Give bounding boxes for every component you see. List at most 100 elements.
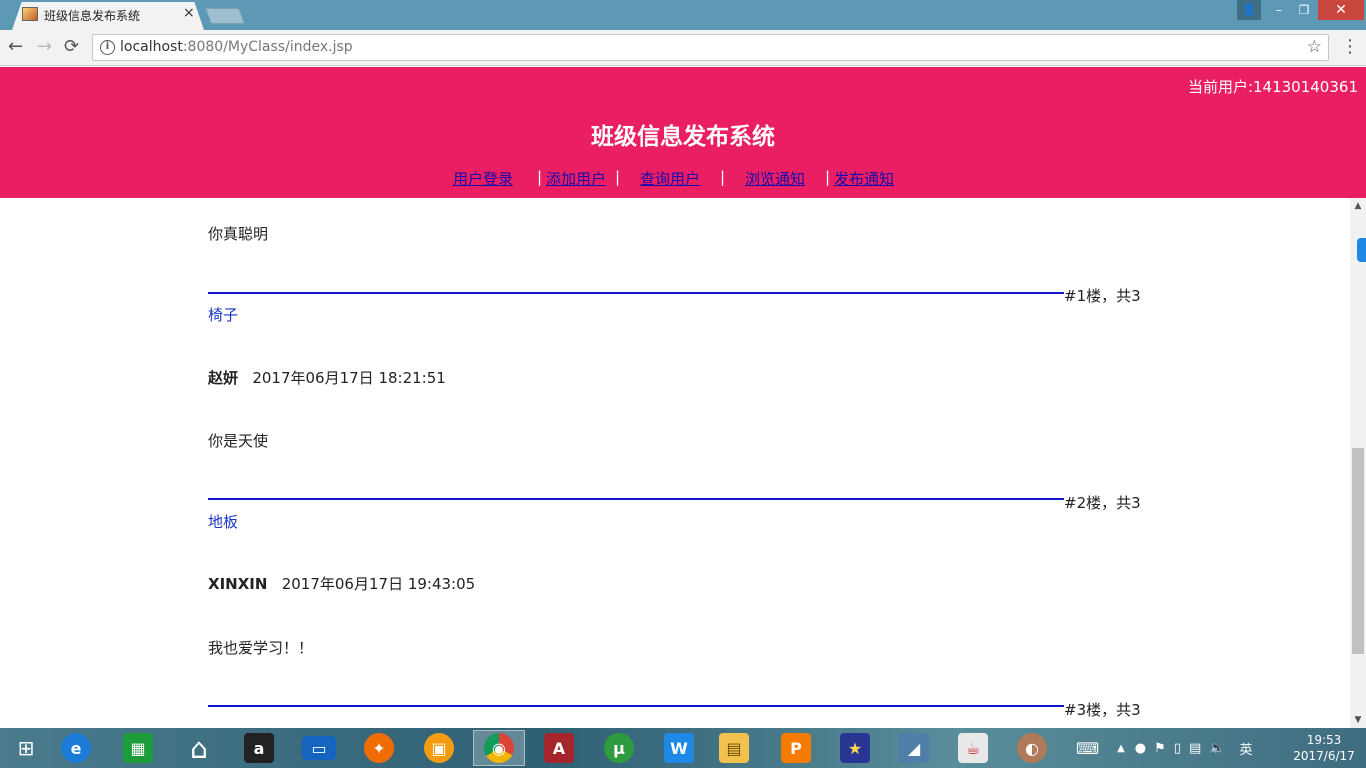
lenovo-icon[interactable]: ▭ [293, 730, 345, 766]
utorrent-icon[interactable]: µ [593, 730, 645, 766]
network-flag-icon[interactable]: ⚑ [1154, 741, 1166, 756]
close-window-button[interactable]: ✕ [1318, 0, 1364, 20]
photo-glyph: ◐ [1017, 733, 1047, 763]
reload-icon[interactable]: ⟳ [64, 36, 79, 58]
reply-time: 2017年06月17日 18:21:51 [252, 369, 446, 387]
java-glyph: ☕ [958, 733, 988, 763]
windows-taskbar: ⊞ e ▦ ⌂ a ▭ ✦ ▣ ◉ A µ W ▤ P ★ ◢ ☕ ◐ ⌨ ▲ … [0, 728, 1366, 768]
url-path: :8080/MyClass/index.jsp [182, 39, 353, 55]
minimize-button[interactable]: – [1266, 0, 1292, 20]
home-icon[interactable]: ⌂ [173, 730, 225, 766]
grid-app-glyph: ▣ [424, 733, 454, 763]
browser-titlebar: 班级信息发布系统 × 👤 – ❐ ✕ [0, 0, 1366, 30]
battery-icon[interactable]: ▯ [1174, 741, 1181, 756]
floor-name: 地板 [208, 513, 239, 531]
nav-separator: | [720, 168, 726, 186]
app-orange-icon[interactable]: ✦ [353, 730, 405, 766]
reply-author: 赵妍 [208, 369, 239, 387]
nav-link-publish-notice[interactable]: 发布通知 [834, 168, 894, 189]
store-glyph: ▦ [123, 733, 153, 763]
keyboard-icon[interactable]: ⌨ [1076, 739, 1099, 758]
taskbar-clock[interactable]: 19:53 2017/6/17 [1286, 732, 1362, 764]
presentation-icon[interactable]: P [770, 730, 822, 766]
ime-indicator[interactable]: 英 [1239, 739, 1252, 758]
clock-time: 19:53 [1306, 733, 1342, 747]
chrome-icon[interactable]: ◉ [473, 730, 525, 766]
address-bar[interactable]: i localhost:8080/MyClass/index.jsp ☆ [92, 34, 1329, 61]
reply-list: 你真聪明 #1楼，共3 椅子 赵妍 2017年06月17日 18:21:51 你… [0, 198, 1350, 728]
nav-link-login[interactable]: 用户登录 [453, 168, 513, 189]
reply-content: 你是天使 [208, 432, 269, 450]
nav-link-query-user[interactable]: 查询用户 [640, 168, 700, 189]
nav-link-add-user[interactable]: 添加用户 [546, 168, 606, 189]
star-app-glyph: ★ [840, 733, 870, 763]
reply-content: 我也爱学习！！ [208, 639, 314, 657]
ie-glyph: e [61, 733, 91, 763]
floor-label: #3楼，共3 [1064, 701, 1141, 719]
browser-menu-icon[interactable]: ⋮ [1341, 36, 1359, 57]
nav-separator: | [615, 168, 621, 186]
wifi-icon[interactable]: ▤ [1189, 741, 1201, 756]
browser-toolbar: ← → ⟳ i localhost:8080/MyClass/index.jsp… [0, 30, 1366, 66]
store-icon[interactable]: ▦ [112, 730, 164, 766]
w-app-glyph: W [664, 733, 694, 763]
amazon-icon[interactable]: a [233, 730, 285, 766]
site-header: 当前用户:14130140361 班级信息发布系统 用户登录 | 添加用户 | … [0, 67, 1366, 198]
reply-time: 2017年06月17日 19:43:05 [281, 575, 476, 593]
explorer-glyph: ▤ [719, 733, 749, 763]
clock-date: 2017/6/17 [1293, 749, 1355, 763]
volume-icon[interactable]: 🔈 [1209, 741, 1225, 756]
qq-icon[interactable]: ● [1135, 741, 1146, 756]
presentation-glyph: P [781, 733, 811, 763]
maximize-button[interactable]: ❐ [1291, 0, 1317, 20]
url-text[interactable]: localhost:8080/MyClass/index.jsp [120, 39, 353, 55]
tab-close-icon[interactable]: × [183, 6, 195, 20]
reply-meta: XINXIN 2017年06月17日 19:43:05 [208, 573, 475, 594]
scroll-up-icon[interactable]: ▲ [1350, 198, 1366, 214]
nav-separator: | [825, 168, 831, 186]
nav-link-browse-notices[interactable]: 浏览通知 [745, 168, 805, 189]
floor-divider [208, 292, 1064, 294]
floor-label: #2楼，共3 [1064, 494, 1141, 512]
internet-explorer-icon[interactable]: e [50, 730, 102, 766]
reply-meta: 赵妍 2017年06月17日 18:21:51 [208, 367, 446, 388]
java-icon[interactable]: ☕ [947, 730, 999, 766]
utorrent-glyph: µ [604, 733, 634, 763]
info-icon[interactable]: i [100, 40, 115, 55]
bookmark-star-icon[interactable]: ☆ [1307, 37, 1322, 57]
tab-title: 班级信息发布系统 [44, 9, 141, 23]
tray-expand-icon[interactable]: ▲ [1117, 743, 1125, 754]
chrome-glyph: ◉ [484, 733, 514, 763]
reply-author: XINXIN [208, 575, 268, 593]
side-widget-tab[interactable] [1357, 238, 1366, 262]
current-user-label: 当前用户:14130140361 [1187, 78, 1358, 96]
photo-icon[interactable]: ◐ [1006, 730, 1058, 766]
start-icon[interactable]: ⊞ [0, 730, 52, 766]
access-icon[interactable]: A [533, 730, 585, 766]
back-arrow-icon[interactable]: ← [8, 36, 23, 58]
floor-divider [208, 498, 1064, 500]
scroll-thumb[interactable] [1352, 448, 1364, 654]
new-tab-button[interactable] [205, 8, 245, 24]
dolphin-glyph: ◢ [899, 733, 929, 763]
start-glyph: ⊞ [17, 736, 35, 760]
forward-arrow-icon[interactable]: → [37, 36, 52, 58]
site-title: 班级信息发布系统 [591, 124, 775, 150]
orange-app-glyph: ✦ [364, 733, 394, 763]
app-w-icon[interactable]: W [653, 730, 705, 766]
page-scrollbar[interactable]: ▲ ▼ [1350, 198, 1366, 728]
system-tray: ⌨ ▲ ● ⚑ ▯ ▤ 🔈 英 [1076, 728, 1252, 768]
file-explorer-icon[interactable]: ▤ [708, 730, 760, 766]
floor-label: #1楼，共3 [1064, 287, 1141, 305]
post-content: 你真聪明 [208, 225, 269, 243]
access-glyph: A [544, 733, 574, 763]
page-favicon-icon [22, 7, 38, 21]
home-glyph: ⌂ [190, 731, 208, 765]
star-app-icon[interactable]: ★ [829, 730, 881, 766]
amazon-glyph: a [244, 733, 274, 763]
dolphin-icon[interactable]: ◢ [888, 730, 940, 766]
profile-icon[interactable]: 👤 [1237, 0, 1261, 20]
app-grid-icon[interactable]: ▣ [413, 730, 465, 766]
floor-divider [208, 705, 1064, 707]
scroll-down-icon[interactable]: ▼ [1350, 712, 1366, 728]
